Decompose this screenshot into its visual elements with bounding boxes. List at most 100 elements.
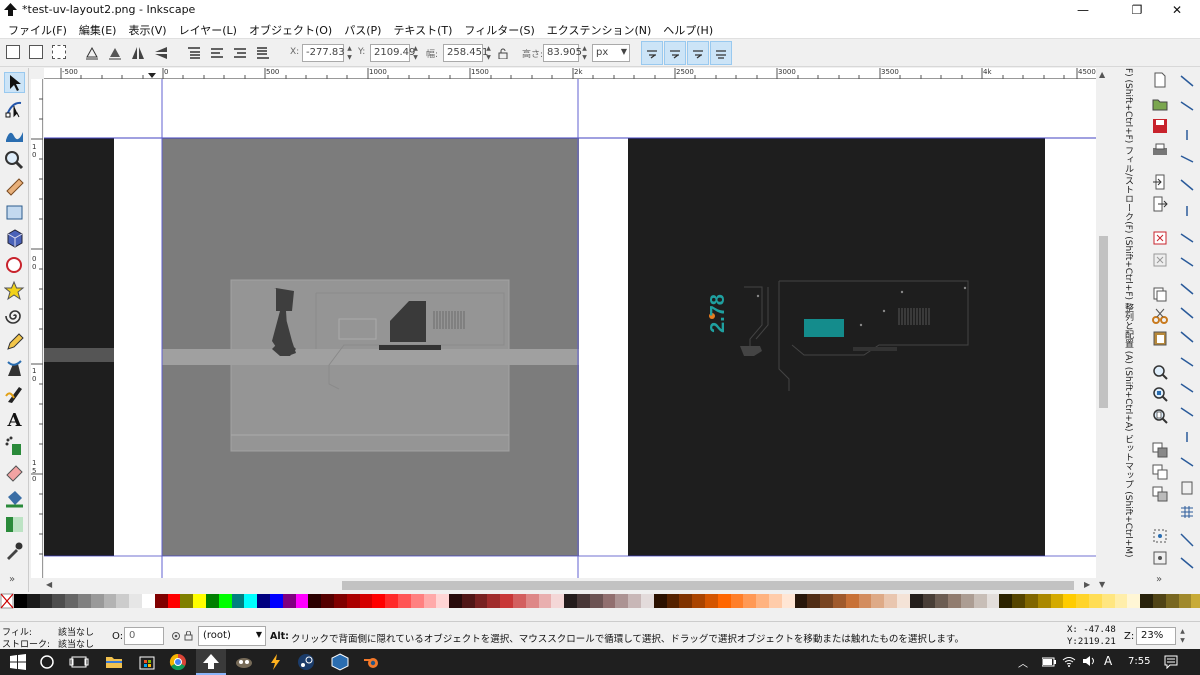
color-swatch[interactable]	[141, 594, 155, 608]
store-icon[interactable]	[137, 652, 157, 672]
minimize-button[interactable]: —	[1060, 0, 1106, 20]
flip-vertical-icon[interactable]	[153, 45, 169, 61]
color-swatch[interactable]	[807, 594, 821, 608]
file-explorer-icon[interactable]	[104, 652, 124, 672]
x-input[interactable]: -277.83	[302, 44, 345, 62]
wifi-icon[interactable]	[1062, 655, 1076, 667]
color-swatch[interactable]	[359, 594, 373, 608]
clock[interactable]: 7:55	[1128, 656, 1150, 667]
color-swatch[interactable]	[589, 594, 603, 608]
ime-indicator[interactable]: A	[1104, 654, 1112, 668]
chrome-icon[interactable]	[168, 652, 188, 672]
color-swatch[interactable]	[525, 594, 539, 608]
color-swatch[interactable]	[935, 594, 949, 608]
menu-layer[interactable]: レイヤー(L)	[173, 20, 243, 38]
snap-controls-icons[interactable]	[1179, 74, 1195, 574]
spray-tool[interactable]	[4, 436, 25, 457]
color-swatch[interactable]	[513, 594, 526, 608]
color-swatch[interactable]	[461, 594, 475, 608]
color-swatch[interactable]	[65, 594, 78, 608]
color-swatch[interactable]	[154, 594, 168, 608]
select-all-icon[interactable]	[6, 45, 20, 59]
zoom-page-icon[interactable]	[1152, 408, 1168, 424]
color-swatch[interactable]	[167, 594, 181, 608]
y-spinner[interactable]: ▲ ▼	[411, 44, 420, 62]
palette-swatches[interactable]	[14, 594, 1200, 608]
x-spinner[interactable]: ▲ ▼	[345, 44, 354, 62]
color-swatch[interactable]	[449, 594, 462, 608]
color-swatch[interactable]	[14, 594, 27, 608]
color-swatch[interactable]	[909, 594, 923, 608]
notification-icon[interactable]	[1164, 655, 1178, 669]
color-swatch[interactable]	[487, 594, 501, 608]
system-tray-chevron-icon[interactable]: ︿	[1018, 655, 1028, 670]
paste-icon[interactable]	[1152, 330, 1168, 346]
menu-path[interactable]: パス(P)	[338, 20, 387, 38]
vertical-scroll-thumb[interactable]	[1099, 236, 1108, 408]
color-swatch[interactable]	[845, 594, 859, 608]
color-swatch[interactable]	[39, 594, 53, 608]
color-swatch[interactable]	[730, 594, 744, 608]
rotate-ccw-icon[interactable]	[84, 45, 100, 61]
windows-start-icon[interactable]	[8, 652, 28, 672]
color-swatch[interactable]	[577, 594, 590, 608]
color-swatch[interactable]	[244, 594, 258, 608]
save-icon[interactable]	[1152, 118, 1168, 134]
color-swatch[interactable]	[205, 594, 219, 608]
color-swatch[interactable]	[180, 594, 194, 608]
search-icon[interactable]	[37, 652, 57, 672]
color-swatch[interactable]	[1140, 594, 1153, 608]
width-spinner[interactable]: ▲ ▼	[484, 44, 493, 62]
width-input[interactable]: 258.451	[443, 44, 488, 62]
color-swatch[interactable]	[231, 594, 245, 608]
steam-icon[interactable]	[296, 652, 316, 672]
print-icon[interactable]	[1152, 142, 1168, 158]
star-tool[interactable]	[3, 280, 25, 301]
color-swatch[interactable]	[538, 594, 552, 608]
horizontal-scrollbar[interactable]: ◀ ▶	[44, 578, 1096, 592]
color-swatch[interactable]	[1114, 594, 1128, 608]
color-swatch[interactable]	[1024, 594, 1038, 608]
color-swatch[interactable]	[1063, 594, 1077, 608]
virtualbox-icon[interactable]	[330, 652, 350, 672]
color-swatch[interactable]	[884, 594, 897, 608]
zoom-input[interactable]: 23%	[1136, 627, 1176, 645]
cut-icon[interactable]	[1152, 308, 1168, 324]
color-swatch[interactable]	[692, 594, 706, 608]
more-tools-icon[interactable]: »	[9, 574, 15, 585]
color-swatch[interactable]	[705, 594, 718, 608]
docked-dialog-tab-labels[interactable]: F) (Shift+Ctrl+F) フィル/ストローク(F) (Shift+Ct…	[1122, 68, 1135, 558]
scroll-down-icon[interactable]: ▼	[1099, 580, 1105, 589]
menu-extensions[interactable]: エクステンション(N)	[541, 20, 657, 38]
color-swatch[interactable]	[820, 594, 833, 608]
color-swatch[interactable]	[948, 594, 961, 608]
color-swatch[interactable]	[1050, 594, 1064, 608]
eraser-tool[interactable]	[4, 462, 25, 483]
color-swatch[interactable]	[1101, 594, 1115, 608]
select-all-layers-icon[interactable]	[29, 45, 43, 59]
unit-select[interactable]: px ▼	[592, 44, 630, 62]
lower-icon[interactable]	[232, 45, 248, 61]
color-swatch[interactable]	[282, 594, 296, 608]
unlink-clone-icon[interactable]	[1152, 486, 1168, 502]
color-swatch[interactable]	[1178, 594, 1192, 608]
gimp-icon[interactable]	[234, 652, 254, 672]
color-swatch[interactable]	[1152, 594, 1166, 608]
color-swatch[interactable]	[269, 594, 283, 608]
color-swatch[interactable]	[295, 594, 309, 608]
opacity-input[interactable]: 0	[124, 627, 164, 645]
lower-to-bottom-icon[interactable]	[255, 45, 271, 61]
color-swatch[interactable]	[410, 594, 424, 608]
scroll-left-icon[interactable]: ◀	[46, 580, 52, 589]
volume-icon[interactable]	[1082, 655, 1096, 667]
color-swatch[interactable]	[397, 594, 411, 608]
measure-tool[interactable]	[4, 176, 25, 197]
import-icon[interactable]	[1152, 174, 1168, 190]
horizontal-scroll-thumb[interactable]	[342, 581, 1074, 590]
color-swatch[interactable]	[896, 594, 910, 608]
zoom-spinner[interactable]: ▲ ▼	[1178, 627, 1187, 645]
calligraphy-tool[interactable]	[4, 384, 25, 405]
color-swatch[interactable]	[346, 594, 360, 608]
export-icon[interactable]	[1152, 196, 1168, 212]
color-swatch[interactable]	[960, 594, 974, 608]
